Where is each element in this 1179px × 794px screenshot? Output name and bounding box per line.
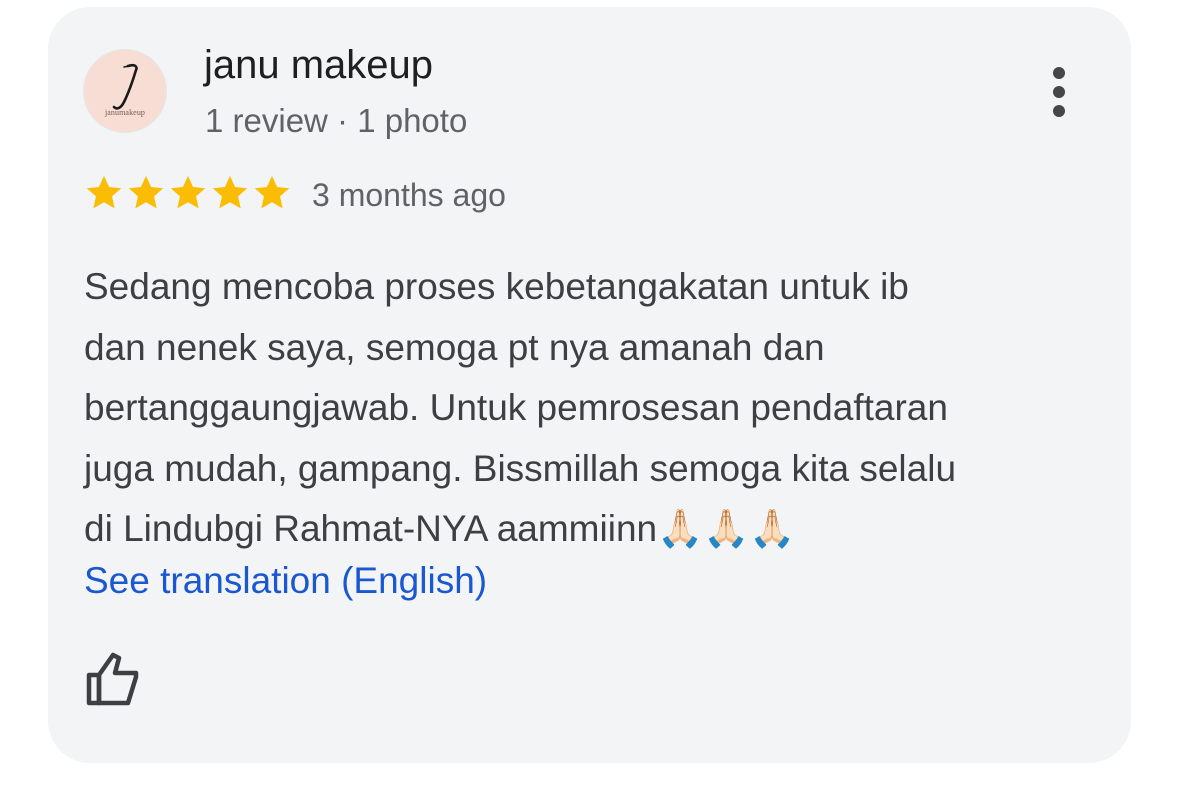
review-card: janumakeup janu makeup 1 review · 1 phot…: [48, 7, 1131, 763]
avatar-monogram-logo: [112, 63, 138, 110]
author-meta: 1 review · 1 photo: [205, 102, 468, 139]
like-button[interactable]: [84, 647, 146, 709]
star-icon: [212, 175, 248, 209]
more-vert-icon: [1053, 67, 1065, 117]
avatar-wordmark: janumakeup: [104, 108, 146, 117]
review-text: Sedang mencoba proses kebetangakatan unt…: [84, 266, 957, 549]
see-translation-link[interactable]: See translation (English): [84, 560, 487, 602]
author-name[interactable]: janu makeup: [204, 43, 433, 88]
author-avatar[interactable]: janumakeup: [83, 49, 167, 133]
more-options-button[interactable]: [1034, 63, 1084, 123]
star-icon: [128, 175, 164, 209]
star-icon: [254, 175, 290, 209]
star-rating: [83, 172, 293, 214]
review-time: 3 months ago: [312, 177, 506, 213]
star-icon: [86, 175, 122, 209]
thumb-up-icon: [86, 652, 139, 706]
star-icon: [170, 175, 206, 209]
